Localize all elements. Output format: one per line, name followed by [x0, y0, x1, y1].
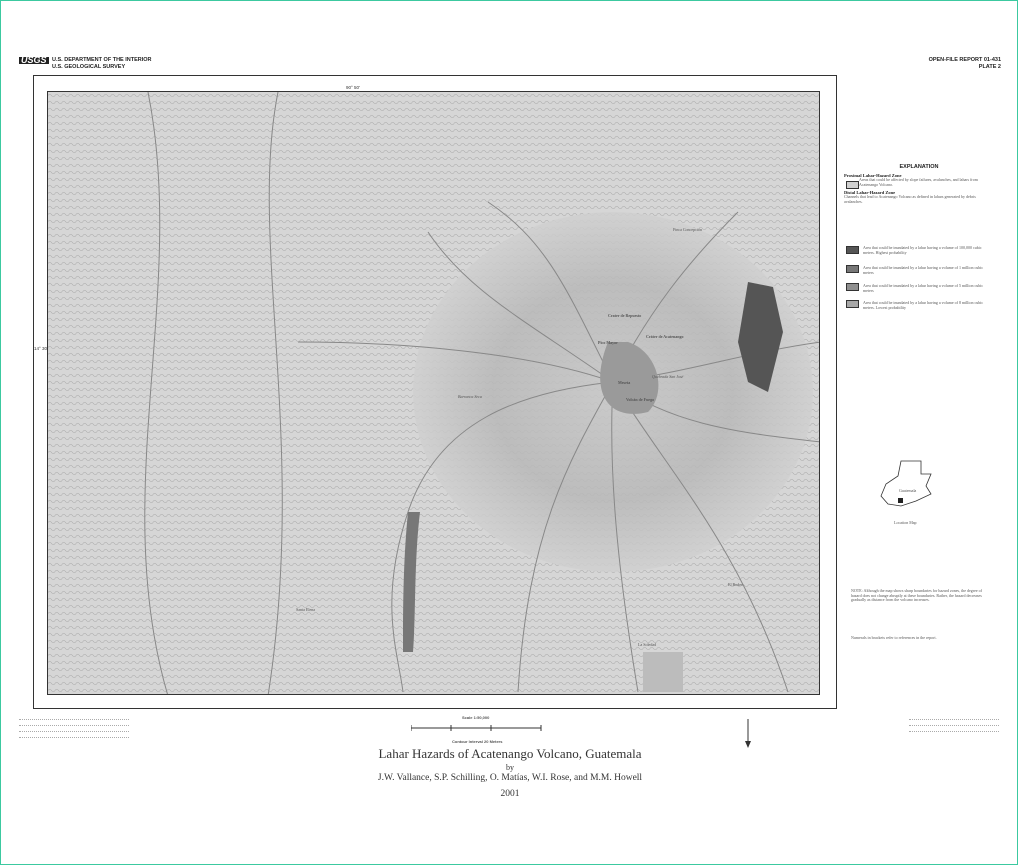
- legend-item-8m: Area that could be inundated by a lahar …: [863, 300, 984, 310]
- proximal-text: Areas that could be affected by slope fa…: [859, 177, 978, 187]
- explanation-panel: EXPLANATION Proximal Lahar-Hazard Zone A…: [844, 164, 994, 204]
- report-number: OPEN-FILE REPORT 01-431: [928, 57, 1001, 63]
- place-name: La Soledad: [638, 642, 657, 647]
- contour-interval: Contour Interval 20 Meters: [452, 739, 503, 744]
- footer-credits-right: [909, 717, 999, 735]
- north-arrow: [745, 719, 751, 748]
- place-name: Volcán de Fuego: [626, 397, 655, 402]
- place-name: Crater de Repuesto: [608, 313, 642, 318]
- explanation-title: EXPLANATION: [899, 164, 939, 170]
- report-by: by: [506, 763, 514, 772]
- place-name: Cráter de Acatenango: [646, 334, 684, 339]
- map-sheet: USGS U.S. DEPARTMENT OF THE INTERIOR U.S…: [0, 0, 1018, 865]
- place-name: Pico Mayor: [598, 340, 618, 345]
- legend-swatch-1m: [846, 265, 859, 273]
- place-name: Santa Elena: [296, 607, 315, 612]
- map-drawing: [48, 92, 819, 694]
- location-map: [880, 460, 932, 507]
- distal-text: Channels that lead to Acatenango Volcano…: [844, 194, 976, 204]
- scale-label: Scale 1:50,000: [462, 715, 490, 720]
- report-year: 2001: [500, 789, 520, 799]
- scale-bar: [411, 725, 542, 731]
- legend-item-100k: Area that could be inundated by a lahar …: [863, 245, 982, 255]
- place-name: Meseta: [618, 380, 631, 385]
- place-name: Barranca Seca: [458, 394, 482, 399]
- usgs-logo: USGS: [19, 55, 49, 65]
- legend-swatch-100k: [846, 246, 859, 254]
- department-name: U.S. DEPARTMENT OF THE INTERIOR: [52, 57, 152, 63]
- report-title: Lahar Hazards of Acatenango Volcano, Gua…: [378, 746, 642, 761]
- footer-credits-left: [19, 717, 129, 741]
- place-name: El Rodeo: [728, 582, 743, 587]
- legend-item-5m: Area that could be inundated by a lahar …: [863, 283, 984, 293]
- place-name: Quebrada San José: [652, 374, 684, 379]
- hazard-note: NOTE: Although the map shows sharp bound…: [851, 588, 982, 603]
- legend-swatch-8m: [846, 300, 859, 308]
- latitude-label: 14° 30': [34, 346, 48, 351]
- place-name: Finca Concepción: [673, 227, 702, 232]
- survey-name: U.S. GEOLOGICAL SURVEY: [52, 64, 126, 70]
- location-caption: Location Map: [894, 520, 917, 525]
- topographic-map[interactable]: Crater de Repuesto Cráter de Acatenango …: [47, 91, 820, 695]
- reference-note: Numerals in brackets refer to references…: [851, 635, 937, 640]
- legend-swatch-5m: [846, 283, 859, 291]
- report-authors: J.W. Vallance, S.P. Schilling, O. Matías…: [377, 773, 643, 783]
- location-country: Guatemala: [899, 488, 917, 493]
- proximal-swatch: [846, 181, 859, 189]
- legend-item-1m: Area that could be inundated by a lahar …: [863, 265, 984, 275]
- plate-number: PLATE 2: [978, 64, 1001, 70]
- longitude-label: 90° 50': [346, 85, 360, 90]
